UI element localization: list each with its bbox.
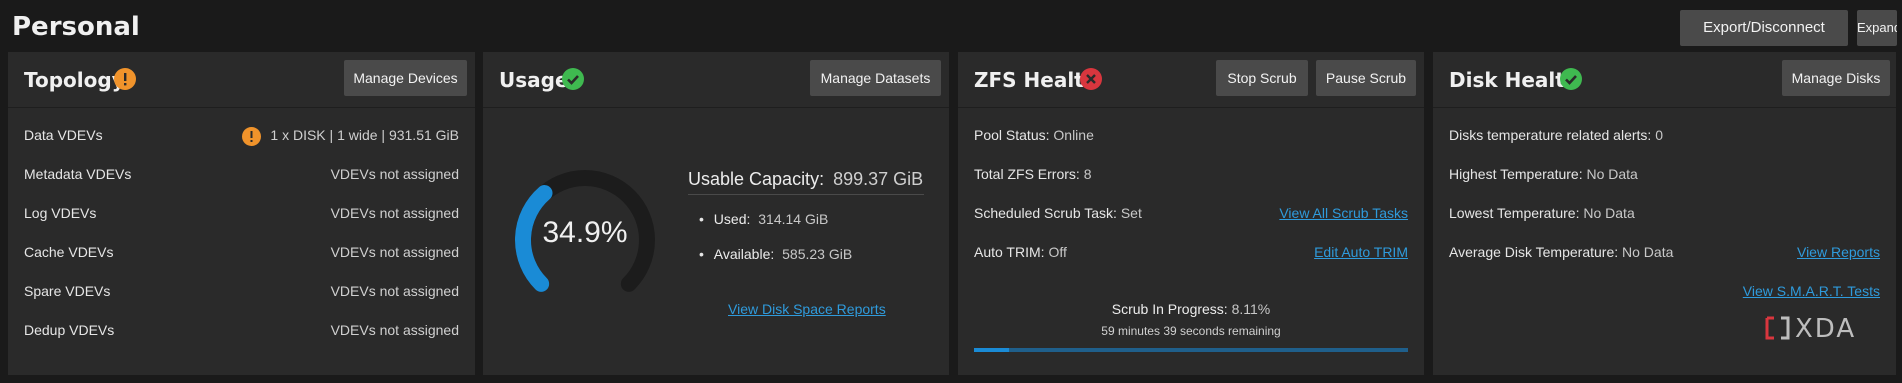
scrub-progress-text: Scrub In Progress: 8.11%	[958, 301, 1424, 317]
check-circle-icon	[562, 68, 584, 90]
vdev-label: Metadata VDEVs	[24, 166, 132, 182]
available-label: Available:	[713, 246, 775, 262]
scrub-remaining: 59 minutes 39 seconds remaining	[1101, 324, 1281, 338]
average-temp-row: Average Disk Temperature: No Data	[1449, 244, 1673, 260]
topology-title: Topology	[24, 68, 125, 92]
vdev-value: VDEVs not assigned	[330, 244, 459, 260]
vdev-value: VDEVs not assigned	[330, 166, 459, 182]
view-smart-tests-link[interactable]: View S.M.A.R.T. Tests	[1743, 283, 1880, 299]
vdev-label: Cache VDEVs	[24, 244, 114, 260]
lowest-temp-row: Lowest Temperature: No Data	[1449, 205, 1635, 221]
auto-trim-value: Off	[1048, 244, 1067, 260]
xda-logo-icon	[1765, 316, 1790, 340]
vdev-value: 1 x DISK | 1 wide | 931.51 GiB	[270, 127, 459, 143]
expand-button[interactable]: Expand	[1857, 10, 1897, 46]
vdev-label: Dedup VDEVs	[24, 322, 115, 338]
edit-auto-trim-link[interactable]: Edit Auto TRIM	[1314, 244, 1408, 260]
check-circle-icon	[1560, 68, 1582, 90]
disk-header: Disk Health Manage Disks	[1433, 52, 1896, 108]
auto-trim-row: Auto TRIM: Off	[974, 244, 1067, 260]
vdev-label: Spare VDEVs	[24, 283, 111, 299]
scrub-progress-bar	[974, 348, 1408, 352]
manage-disks-button[interactable]: Manage Disks	[1782, 60, 1890, 96]
pool-status-value: Online	[1053, 127, 1094, 143]
warning-icon	[114, 68, 136, 90]
zfs-header: ZFS Health Stop Scrub Pause Scrub	[958, 52, 1424, 108]
usage-title: Usage	[499, 68, 569, 92]
vdev-value: VDEVs not assigned	[330, 205, 459, 221]
scrub-progress-value: 8.11%	[1231, 301, 1271, 317]
vdev-label: Data VDEVs	[24, 127, 103, 143]
highest-temp-label: Highest Temperature:	[1449, 166, 1583, 182]
topology-header: Topology Manage Devices	[8, 52, 475, 108]
highest-temp-row: Highest Temperature: No Data	[1449, 166, 1638, 182]
vdev-value: VDEVs not assigned	[330, 283, 459, 299]
page-title: Personal	[12, 12, 140, 42]
temp-alerts-value: 0	[1655, 127, 1663, 143]
zfs-errors-value: 8	[1083, 166, 1092, 182]
available-value: 585.23 GiB	[782, 246, 853, 262]
usable-capacity: Usable Capacity: 899.37 GiB	[688, 169, 924, 195]
average-temp-value: No Data	[1622, 244, 1674, 260]
zfs-health-card: ZFS Health Stop Scrub Pause Scrub Pool S…	[958, 52, 1424, 375]
usage-card: Usage Manage Datasets 34.9% Usable Capac…	[483, 52, 949, 375]
error-icon	[1080, 68, 1102, 90]
usable-capacity-label: Usable Capacity:	[688, 169, 825, 189]
view-disk-space-reports-link[interactable]: View Disk Space Reports	[728, 301, 886, 317]
scrub-task-label: Scheduled Scrub Task:	[974, 205, 1117, 221]
gauge-percent: 34.9%	[542, 216, 628, 249]
average-temp-label: Average Disk Temperature:	[1449, 244, 1619, 260]
temp-alerts-row: Disks temperature related alerts: 0	[1449, 127, 1663, 143]
scrub-task-row: Scheduled Scrub Task: Set	[974, 205, 1142, 221]
used-row: • Used: 314.14 GiB	[699, 211, 829, 227]
zfs-errors-label: Total ZFS Errors:	[974, 166, 1080, 182]
usable-capacity-value: 899.37 GiB	[833, 169, 924, 189]
scrub-progress-label: Scrub In Progress:	[1111, 301, 1228, 317]
xda-watermark-text: XDA	[1795, 314, 1857, 344]
scrub-progress-fill	[974, 348, 1010, 352]
view-reports-link[interactable]: View Reports	[1797, 244, 1880, 260]
top-bar: Personal Export/Disconnect Expand	[0, 0, 1902, 52]
usage-header: Usage Manage Datasets	[483, 52, 949, 108]
warning-icon	[242, 127, 261, 146]
vdev-value: VDEVs not assigned	[330, 322, 459, 338]
scrub-task-value: Set	[1120, 205, 1142, 221]
pool-status-label: Pool Status:	[974, 127, 1050, 143]
auto-trim-label: Auto TRIM:	[974, 244, 1045, 260]
xda-watermark: XDA	[1763, 314, 1873, 344]
pause-scrub-button[interactable]: Pause Scrub	[1316, 60, 1416, 96]
topology-card: Topology Manage Devices Data VDEVs 1 x D…	[8, 52, 475, 375]
temp-alerts-label: Disks temperature related alerts:	[1449, 127, 1652, 143]
usage-gauge: 34.9%	[505, 164, 665, 314]
disk-health-card: Disk Health Manage Disks Disks temperatu…	[1433, 52, 1896, 375]
zfs-errors-row: Total ZFS Errors: 8	[974, 166, 1091, 182]
export-disconnect-button[interactable]: Export/Disconnect	[1680, 10, 1848, 46]
used-value: 314.14 GiB	[758, 211, 829, 227]
available-row: • Available: 585.23 GiB	[699, 246, 853, 262]
view-all-scrub-tasks-link[interactable]: View All Scrub Tasks	[1279, 205, 1408, 221]
highest-temp-value: No Data	[1586, 166, 1638, 182]
pool-status-row: Pool Status: Online	[974, 127, 1094, 143]
used-label: Used:	[713, 211, 751, 227]
manage-datasets-button[interactable]: Manage Datasets	[810, 60, 941, 96]
lowest-temp-value: No Data	[1583, 205, 1635, 221]
vdev-label: Log VDEVs	[24, 205, 97, 221]
manage-devices-button[interactable]: Manage Devices	[344, 60, 467, 96]
stop-scrub-button[interactable]: Stop Scrub	[1216, 60, 1308, 96]
lowest-temp-label: Lowest Temperature:	[1449, 205, 1580, 221]
